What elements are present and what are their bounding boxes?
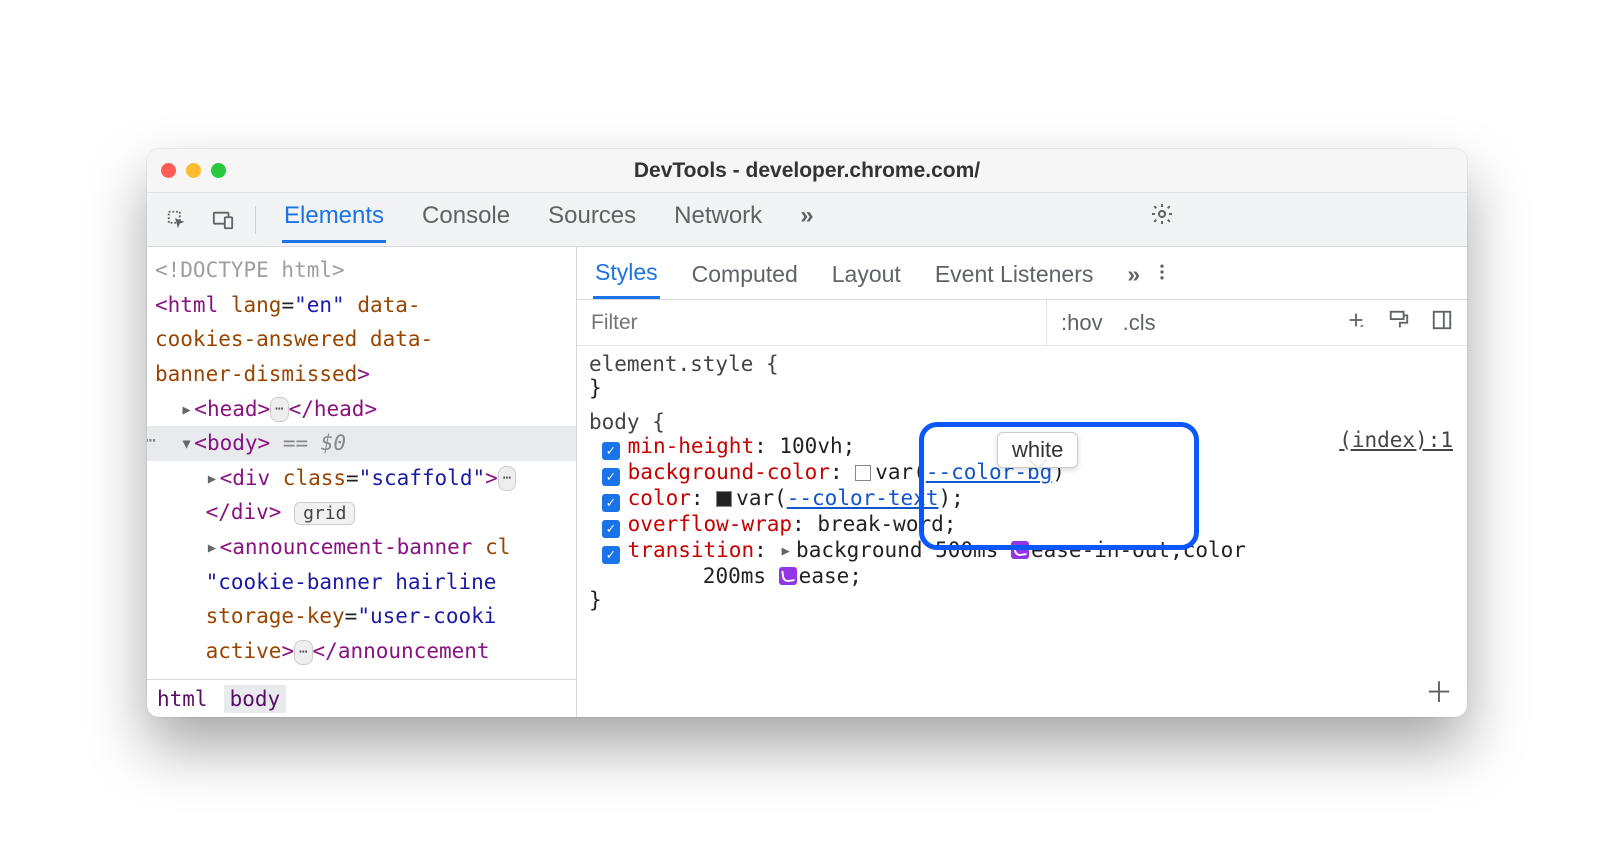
crumb-html[interactable]: html (157, 687, 208, 711)
filter-tools: :hov .cls (1047, 309, 1467, 337)
rule-close: } (589, 376, 1455, 400)
styles-panel: Styles Computed Layout Event Listeners »… (577, 247, 1467, 717)
bezier-icon[interactable] (779, 567, 797, 585)
filter-bar: :hov .cls (577, 300, 1467, 346)
selector-body[interactable]: body { (589, 410, 1455, 434)
color-swatch-icon[interactable] (855, 465, 871, 481)
main-toolbar: Elements Console Sources Network » 3 (147, 193, 1467, 247)
breadcrumb: html body (147, 679, 576, 717)
window-title: DevTools - developer.chrome.com/ (147, 159, 1467, 183)
subtab-event-listeners[interactable]: Event Listeners (933, 255, 1096, 298)
device-toolbar-icon[interactable] (203, 200, 243, 240)
ellipsis-icon[interactable]: ⋯ (270, 397, 288, 422)
dom-ann-2: "cookie-banner hairline (155, 565, 576, 600)
add-declaration-icon[interactable]: ＋ (1425, 671, 1453, 711)
subtabs-overflow-icon[interactable]: » (1125, 255, 1142, 298)
inspect-element-icon[interactable] (157, 200, 197, 240)
rule-close: } (589, 588, 1455, 612)
prop-checkbox[interactable]: ✓ (602, 442, 620, 460)
dom-html-open[interactable]: <html lang="en" data- (155, 288, 576, 323)
selector-element-style[interactable]: element.style { (589, 352, 1455, 376)
crumb-body[interactable]: body (224, 685, 287, 713)
prop-checkbox[interactable]: ✓ (602, 546, 620, 564)
dom-body-selected[interactable]: ⋯ ▾<body> == $0 (147, 426, 576, 461)
tab-elements[interactable]: Elements (282, 196, 386, 243)
prop-checkbox[interactable]: ✓ (602, 520, 620, 538)
css-var-link[interactable]: --color-text (787, 486, 939, 510)
grid-badge[interactable]: grid (294, 502, 355, 525)
toolbar-divider (255, 206, 256, 234)
dom-scaffold[interactable]: ▸<div class="scaffold">⋯ (155, 461, 576, 496)
tab-network[interactable]: Network (672, 196, 764, 243)
main-tabs: Elements Console Sources Network » (282, 196, 865, 243)
prop-color[interactable]: ✓color: var(--color-text); (589, 486, 1455, 512)
dom-ann-3: storage-key="user-cooki (155, 599, 576, 634)
elements-panel: <!DOCTYPE html> <html lang="en" data- co… (147, 247, 577, 717)
devtools-window: DevTools - developer.chrome.com/ Element… (147, 149, 1467, 717)
prop-checkbox[interactable]: ✓ (602, 494, 620, 512)
subtab-layout[interactable]: Layout (830, 255, 903, 298)
dom-doctype[interactable]: <!DOCTYPE html> (155, 253, 576, 288)
rule-element-style[interactable]: element.style { } (589, 352, 1455, 400)
dom-head[interactable]: ▸<head>⋯</head> (155, 392, 576, 427)
subtab-computed[interactable]: Computed (690, 255, 800, 298)
dom-tree[interactable]: <!DOCTYPE html> <html lang="en" data- co… (147, 247, 576, 679)
dom-html-open-2: cookies-answered data- (155, 322, 576, 357)
computed-pane-icon[interactable] (1431, 309, 1453, 337)
content-area: <!DOCTYPE html> <html lang="en" data- co… (147, 247, 1467, 717)
ellipsis-icon[interactable]: ⋯ (498, 466, 516, 491)
bezier-icon[interactable] (1011, 541, 1029, 559)
toggle-hover-button[interactable]: :hov (1061, 310, 1103, 336)
sidebar-tabs: Styles Computed Layout Event Listeners » (577, 247, 1467, 300)
paint-icon[interactable] (1387, 309, 1411, 337)
toggle-class-button[interactable]: .cls (1123, 310, 1156, 336)
expand-icon[interactable] (779, 538, 796, 562)
source-link[interactable]: (index):1 (1339, 428, 1453, 452)
subtab-styles[interactable]: Styles (593, 253, 660, 299)
ellipsis-icon[interactable]: ⋯ (294, 640, 312, 665)
dom-announcement[interactable]: ▸<announcement-banner cl (155, 530, 576, 565)
prop-transition-line2: 200ms ease; (589, 564, 1455, 588)
prop-overflow-wrap[interactable]: ✓overflow-wrap: break-word; (589, 512, 1455, 538)
rules-area[interactable]: element.style { } (index):1 body { ✓min-… (577, 346, 1467, 717)
dom-scaffold-close: </div> grid (155, 495, 576, 530)
tab-sources[interactable]: Sources (546, 196, 638, 243)
new-style-rule-icon[interactable] (1345, 309, 1367, 337)
prop-checkbox[interactable]: ✓ (602, 468, 620, 486)
dom-ann-4: active>⋯</announcement (155, 634, 576, 669)
settings-icon[interactable] (1142, 194, 1182, 234)
tabs-overflow-icon[interactable]: » (798, 196, 815, 243)
tab-console[interactable]: Console (420, 196, 512, 243)
titlebar: DevTools - developer.chrome.com/ (147, 149, 1467, 193)
styles-filter-input[interactable] (577, 300, 1047, 345)
color-swatch-icon[interactable] (716, 491, 732, 507)
dom-html-open-3: banner-dismissed> (155, 357, 576, 392)
var-tooltip: white (997, 432, 1078, 468)
prop-transition[interactable]: ✓transition: background 500ms ease-in-ou… (589, 538, 1455, 564)
